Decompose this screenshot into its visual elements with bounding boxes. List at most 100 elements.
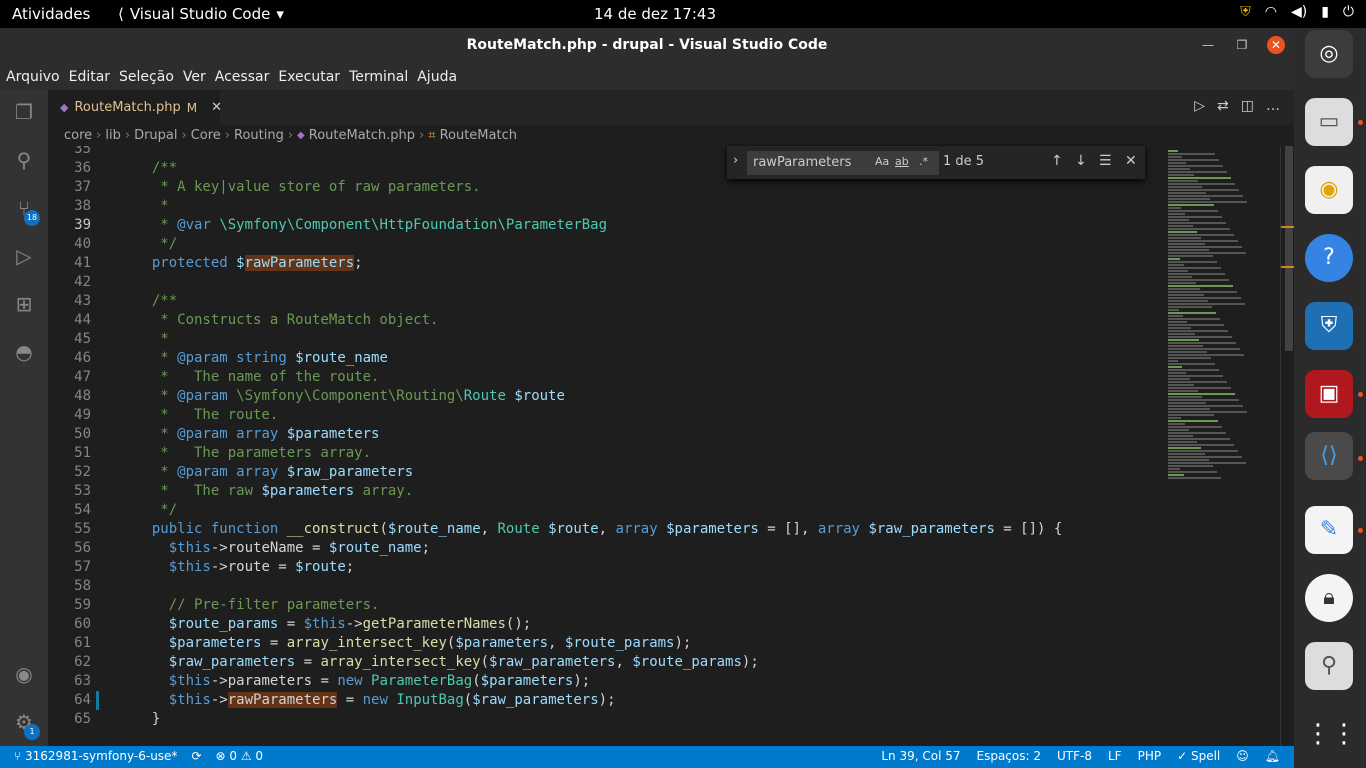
account-icon[interactable]: ◉ (10, 660, 38, 688)
terminal-icon[interactable]: ▣ (1305, 370, 1353, 418)
code-line[interactable]: 52 * @param array $raw_parameters (48, 463, 1160, 482)
code-line[interactable]: 55 public function __construct($route_na… (48, 520, 1160, 539)
code-line[interactable]: 37 * A key|value store of raw parameters… (48, 178, 1160, 197)
sync-icon[interactable]: ⟳ (191, 749, 201, 763)
match-word-toggle[interactable]: ab (895, 155, 909, 168)
code-line[interactable]: 63 $this->parameters = new ParameterBag(… (48, 672, 1160, 691)
indentation[interactable]: Espaços: 2 (977, 749, 1042, 763)
menu-acessar[interactable]: Acessar (215, 69, 270, 85)
code-line[interactable]: 61 $parameters = array_intersect_key($pa… (48, 634, 1160, 653)
vscode-dock-icon[interactable]: ⟨⟩ (1305, 432, 1353, 480)
extensions-icon[interactable]: ⊞ (10, 290, 38, 318)
menu-arquivo[interactable]: Arquivo (6, 69, 60, 85)
menu-selecao[interactable]: Seleção (119, 69, 174, 85)
activities-button[interactable]: Atividades (12, 5, 90, 23)
find-in-selection-icon[interactable]: ☰ (1099, 153, 1112, 169)
breadcrumb-item[interactable]: Core (191, 128, 221, 143)
close-find-icon[interactable]: ✕ (1125, 153, 1137, 169)
code-line[interactable]: 65 } (48, 710, 1160, 729)
code-line[interactable]: 38 * (48, 197, 1160, 216)
problems-indicator[interactable]: ⊗ 0 ⚠ 0 (216, 749, 264, 763)
arrow-down-icon[interactable]: ↓ (1075, 153, 1087, 169)
maximize-icon[interactable]: ❐ (1233, 36, 1251, 54)
code-line[interactable]: 62 $raw_parameters = array_intersect_key… (48, 653, 1160, 672)
help-icon[interactable]: ? (1305, 234, 1353, 282)
menu-executar[interactable]: Executar (278, 69, 340, 85)
battery-icon[interactable]: ▮ (1321, 4, 1329, 20)
breadcrumb-item[interactable]: Drupal (134, 128, 177, 143)
more-actions-icon[interactable]: … (1266, 98, 1280, 114)
code-line[interactable]: 42 (48, 273, 1160, 292)
find-input[interactable]: rawParameters (747, 151, 939, 175)
docker-icon[interactable]: ◓ (10, 338, 38, 366)
code-line[interactable]: 54 */ (48, 501, 1160, 520)
code-line[interactable]: 51 * The parameters array. (48, 444, 1160, 463)
code-line[interactable]: 40 */ (48, 235, 1160, 254)
system-tray[interactable]: ⛨ ◠ ◀) ▮ ⏻ (1240, 4, 1354, 20)
wifi-icon[interactable]: ◠ (1265, 4, 1277, 20)
code-line[interactable]: 41 protected $rawParameters; (48, 254, 1160, 273)
code-line[interactable]: 47 * The name of the route. (48, 368, 1160, 387)
text-editor-icon[interactable]: ✎ (1305, 506, 1353, 554)
power-icon[interactable]: ⏻ (1343, 4, 1354, 20)
code-line[interactable]: 64 $this->rawParameters = new InputBag($… (48, 691, 1160, 710)
vertical-scrollbar[interactable] (1280, 146, 1295, 746)
code-editor[interactable]: 35 36 /** 37 * A key|value store of raw pa… (48, 146, 1160, 746)
code-line[interactable]: 56 $this->routeName = $route_name; (48, 539, 1160, 558)
chrome-icon[interactable]: ◎ (1305, 30, 1353, 78)
menu-ver[interactable]: Ver (183, 69, 206, 85)
match-case-toggle[interactable]: Aa (875, 155, 889, 168)
feedback-icon[interactable]: ☺ (1236, 749, 1249, 763)
end-of-line[interactable]: LF (1108, 749, 1122, 763)
clock[interactable]: 14 de dez 17:43 (594, 5, 716, 23)
split-editor-icon[interactable]: ◫ (1241, 98, 1254, 114)
app-menu[interactable]: ⟨ Visual Studio Code ▾ (118, 5, 284, 23)
vpn-shield-icon[interactable]: ⛨ (1305, 302, 1353, 350)
spell-check[interactable]: ✓ Spell (1177, 749, 1220, 763)
breadcrumb-item[interactable]: Routing (234, 128, 284, 143)
cursor-position[interactable]: Ln 39, Col 57 (881, 749, 960, 763)
code-line[interactable]: 60 $route_params = $this->getParameterNa… (48, 615, 1160, 634)
menu-ajuda[interactable]: Ajuda (417, 69, 457, 85)
code-line[interactable]: 49 * The route. (48, 406, 1160, 425)
code-line[interactable]: 53 * The raw $parameters array. (48, 482, 1160, 501)
shield-icon[interactable]: ⛨ (1240, 4, 1251, 20)
tab-routematch[interactable]: ◆ RouteMatch.php M ✕ (48, 90, 222, 125)
code-line[interactable]: 48 * @param \Symfony\Component\Routing\R… (48, 387, 1160, 406)
code-line[interactable]: 43 /** (48, 292, 1160, 311)
run-icon[interactable]: ▷ (1194, 98, 1205, 114)
branch-indicator[interactable]: ⑂ 3162981-symfony-6-use* (14, 749, 177, 763)
toggle-replace-icon[interactable]: › (733, 153, 738, 168)
close-window-button[interactable]: ✕ (1267, 36, 1285, 54)
breadcrumb-symbol[interactable]: RouteMatch (440, 128, 517, 143)
volume-icon[interactable]: ◀) (1291, 4, 1307, 20)
code-line[interactable]: 57 $this->route = $route; (48, 558, 1160, 577)
show-apps-icon[interactable]: ⋮⋮ (1305, 710, 1357, 758)
code-line[interactable]: 46 * @param string $route_name (48, 349, 1160, 368)
code-line[interactable]: 45 * (48, 330, 1160, 349)
files-icon[interactable]: ▭ (1305, 98, 1353, 146)
code-line[interactable]: 59 // Pre-filter parameters. (48, 596, 1160, 615)
minimize-icon[interactable]: — (1199, 36, 1217, 54)
breadcrumb-item[interactable]: lib (105, 128, 120, 143)
run-debug-icon[interactable]: ▷ (10, 242, 38, 270)
menu-terminal[interactable]: Terminal (349, 69, 408, 85)
language-mode[interactable]: PHP (1138, 749, 1162, 763)
close-tab-icon[interactable]: ✕ (211, 100, 222, 115)
compare-changes-icon[interactable]: ⇄ (1217, 98, 1229, 114)
explorer-icon[interactable]: ❐ (10, 98, 38, 126)
minimap[interactable] (1160, 146, 1280, 746)
lock-icon[interactable]: 🔒︎ (1305, 574, 1353, 622)
arrow-up-icon[interactable]: ↑ (1051, 153, 1063, 169)
scrollbar-thumb[interactable] (1285, 146, 1293, 351)
encoding[interactable]: UTF-8 (1057, 749, 1092, 763)
code-line[interactable]: 50 * @param array $parameters (48, 425, 1160, 444)
magnifier-app-icon[interactable]: ⚲ (1305, 642, 1353, 690)
breadcrumb-item[interactable]: core (64, 128, 92, 143)
rhythmbox-icon[interactable]: ◉ (1305, 166, 1353, 214)
notifications-bell-icon[interactable]: 🔔︎ (1265, 749, 1280, 763)
code-line[interactable]: 58 (48, 577, 1160, 596)
search-icon[interactable]: ⚲ (10, 146, 38, 174)
menu-editar[interactable]: Editar (69, 69, 110, 85)
regex-toggle[interactable]: .* (919, 155, 928, 168)
